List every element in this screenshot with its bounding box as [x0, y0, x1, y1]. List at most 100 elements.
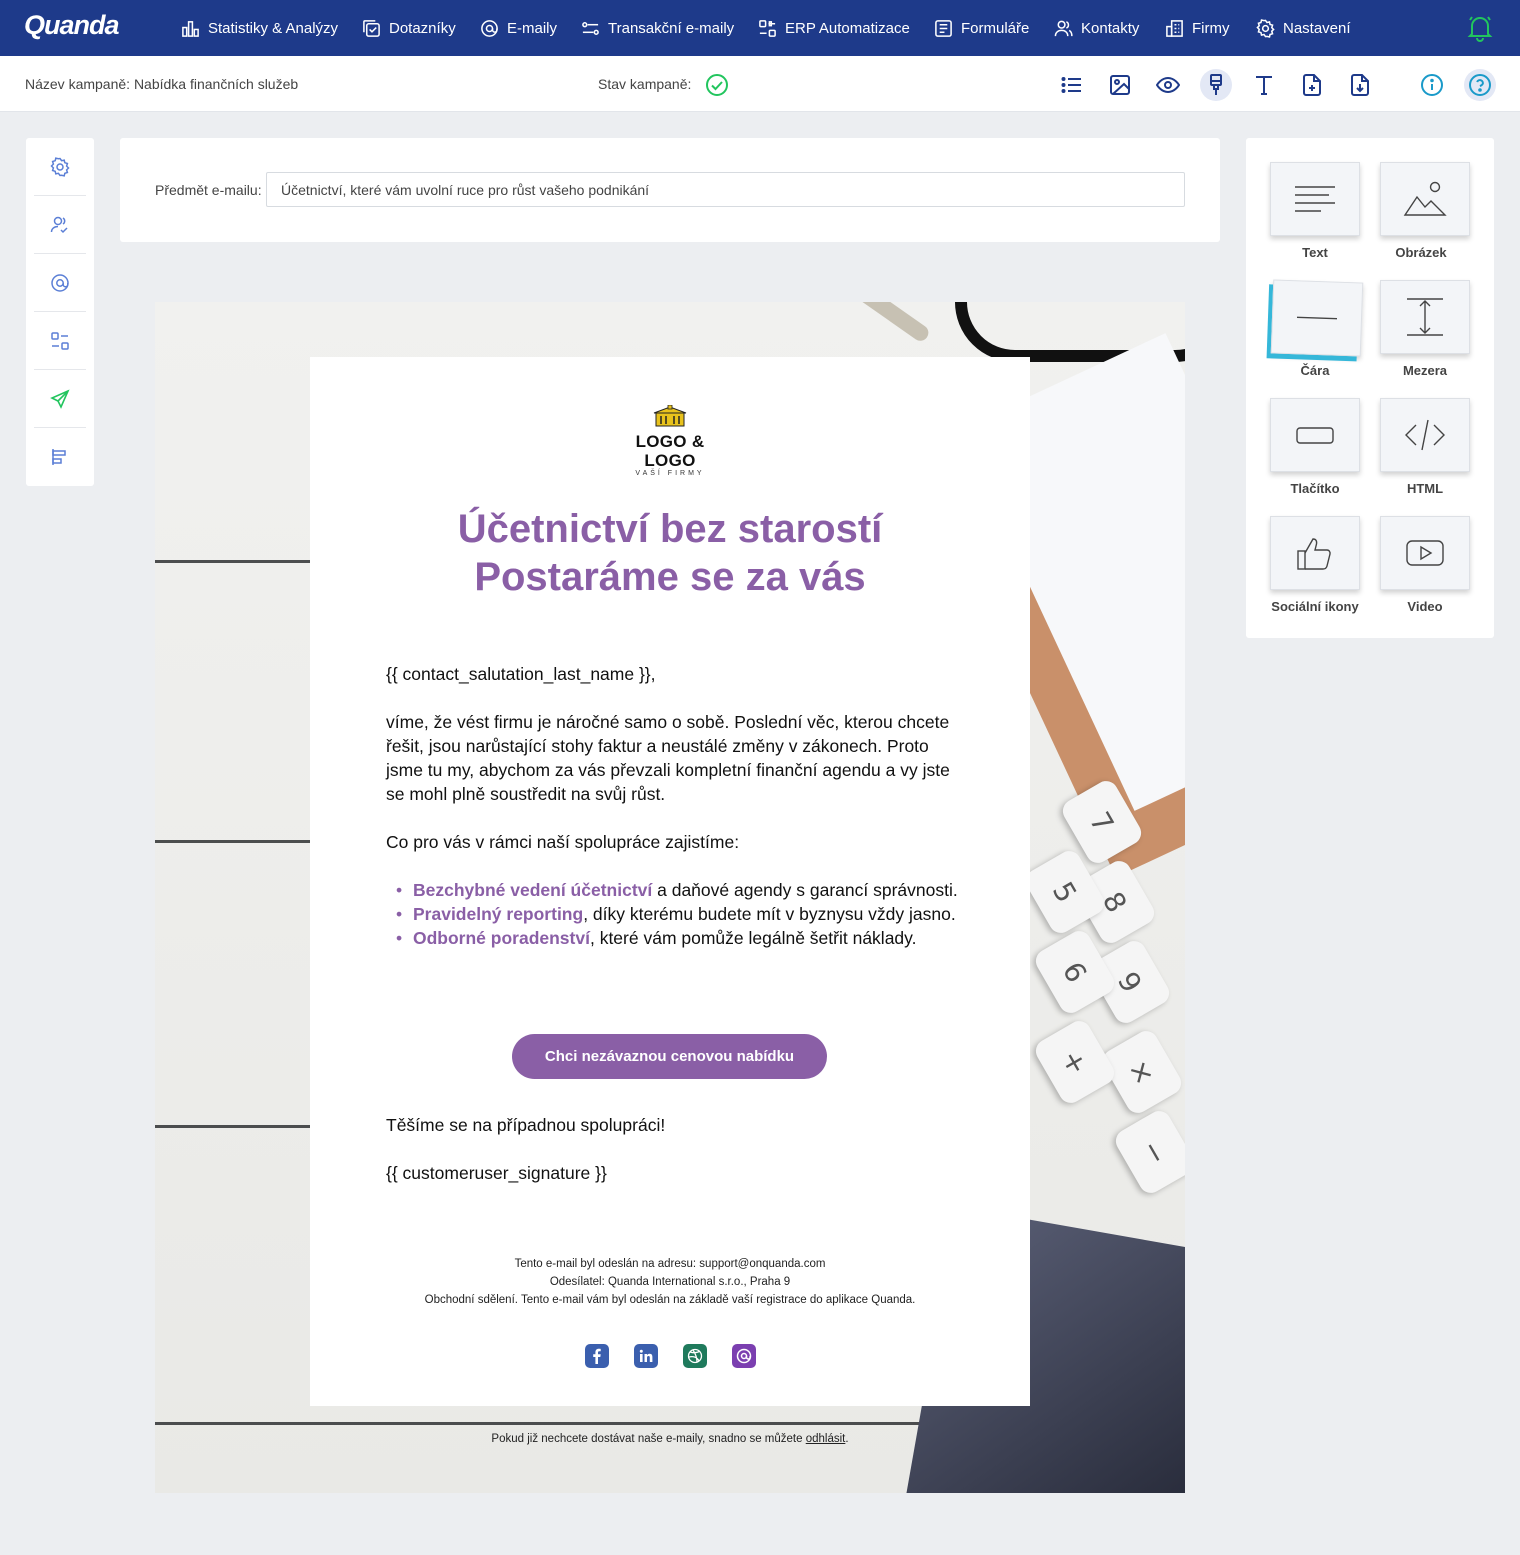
text-lines-icon: [1295, 186, 1335, 212]
email-headline[interactable]: Účetnictví bez starostí Postaráme se za …: [310, 505, 1030, 601]
list-icon: [1061, 77, 1081, 93]
linkedin-icon: [639, 1349, 653, 1362]
list-item: Pravidelný reporting, díky kterému budet…: [386, 902, 966, 926]
company-logo[interactable]: LOGO & LOGO VAŠÍ FIRMY: [608, 404, 732, 477]
nav-forms[interactable]: Formuláře: [934, 0, 1029, 56]
nav-companies[interactable]: Firmy: [1165, 0, 1230, 56]
headline-line-2: Postaráme se za vás: [474, 555, 866, 599]
salutation: {{ contact_salutation_last_name }},: [386, 664, 656, 684]
brand-logo[interactable]: Quanda: [24, 10, 120, 41]
block-label: Tlačítko: [1290, 481, 1340, 496]
new-file-button[interactable]: [1296, 69, 1328, 101]
line-icon: [1296, 316, 1338, 320]
nav-label: ERP Automatizace: [785, 19, 910, 37]
sidebar-send[interactable]: [34, 370, 86, 428]
nav-transactional[interactable]: Transakční e-maily: [581, 0, 734, 56]
campaign-name: Název kampaně: Nabídka finančních služeb: [25, 76, 299, 92]
preview-button[interactable]: [1152, 69, 1184, 101]
dribbble-link[interactable]: [683, 1344, 707, 1368]
contacts-icon: [1054, 20, 1073, 36]
user-check-icon: [50, 216, 68, 233]
nav-contacts[interactable]: Kontakty: [1054, 0, 1139, 56]
nav-settings[interactable]: Nastavení: [1256, 0, 1351, 56]
image-button[interactable]: [1104, 69, 1136, 101]
help-button[interactable]: [1464, 69, 1496, 101]
sidebar-email[interactable]: [34, 254, 86, 312]
subject-label: Předmět e-mailu:: [155, 182, 262, 198]
survey-icon: [363, 19, 380, 37]
calc-key: −: [1111, 1106, 1185, 1198]
automation-icon: [51, 331, 69, 350]
design-button[interactable]: [1200, 69, 1232, 101]
sidebar-align[interactable]: [34, 428, 86, 486]
list-item: Bezchybné vedení účetnictví a daňové age…: [386, 878, 966, 902]
nav-erp[interactable]: ERP Automatizace: [758, 0, 910, 56]
campaign-bar: Název kampaně: Nabídka finančních služeb…: [0, 56, 1520, 112]
help-icon: [1469, 74, 1491, 96]
block-social[interactable]: [1270, 516, 1360, 590]
spacer-icon: [1407, 298, 1443, 336]
thumbs-up-icon: [1297, 538, 1331, 570]
email-body[interactable]: LOGO & LOGO VAŠÍ FIRMY Účetnictví bez st…: [310, 357, 1030, 1406]
company-icon: [1166, 19, 1183, 37]
campaign-state-label: Stav kampaně:: [598, 76, 692, 92]
nav-label: E-maily: [507, 19, 558, 37]
list-item-text: a daňové agendy s garancí správnosti.: [652, 880, 958, 900]
block-line[interactable]: [1270, 279, 1364, 357]
nav-label: Statistiky & Analýzy: [208, 19, 339, 37]
nav-emails[interactable]: E-maily: [480, 0, 557, 56]
export-button[interactable]: [1344, 69, 1376, 101]
block-video[interactable]: [1380, 516, 1470, 590]
image-icon: [1110, 75, 1130, 95]
info-button[interactable]: [1416, 69, 1448, 101]
check-circle-icon: [706, 74, 728, 96]
email-footer: Tento e-mail byl odeslán na adresu: supp…: [310, 1255, 1030, 1309]
block-label: Text: [1302, 245, 1328, 260]
nav-label: Nastavení: [1283, 19, 1351, 37]
subject-panel: Předmět e-mailu:: [120, 138, 1220, 242]
block-spacer[interactable]: [1380, 280, 1470, 354]
list-item-text: , díky kterému budete mít v byznysu vždy…: [583, 904, 956, 924]
text-icon: [1256, 76, 1272, 95]
email-text-block[interactable]: {{ contact_salutation_last_name }}, víme…: [386, 662, 966, 950]
left-sidebar: [26, 138, 94, 486]
nav-statistics[interactable]: Statistiky & Analýzy: [181, 0, 338, 56]
logo-subtitle: VAŠÍ FIRMY: [635, 470, 705, 477]
unsubscribe-link[interactable]: odhlásit: [806, 1433, 846, 1445]
nav-label: Dotazníky: [389, 19, 456, 37]
nav-surveys[interactable]: Dotazníky: [362, 0, 456, 56]
block-label: Obrázek: [1395, 245, 1447, 260]
block-image[interactable]: [1380, 162, 1470, 236]
signature-placeholder: {{ customeruser_signature }}: [386, 1163, 607, 1183]
calc-key: +: [1031, 1016, 1119, 1108]
text-style-button[interactable]: [1248, 69, 1280, 101]
footer-line: Tento e-mail byl odeslán na adresu: supp…: [514, 1258, 826, 1270]
nav-label: Formuláře: [961, 19, 1030, 37]
list-button[interactable]: [1056, 69, 1088, 101]
facebook-link[interactable]: [585, 1344, 609, 1368]
eye-icon: [1156, 76, 1180, 94]
info-icon: [1421, 74, 1443, 96]
list-item-highlight: Pravidelný reporting: [413, 904, 584, 924]
linkedin-link[interactable]: [634, 1344, 658, 1368]
email-link[interactable]: [732, 1344, 756, 1368]
gear-icon: [1256, 18, 1275, 38]
block-button[interactable]: [1270, 398, 1360, 472]
at-icon: [481, 19, 498, 37]
sidebar-automation[interactable]: [34, 312, 86, 370]
list-item-highlight: Bezchybné vedení účetnictví: [413, 880, 653, 900]
nav-label: Kontakty: [1081, 19, 1140, 37]
list-item-highlight: Odborné poradenství: [413, 928, 590, 948]
sidebar-recipients[interactable]: [34, 196, 86, 254]
subject-input[interactable]: [266, 172, 1185, 207]
at-icon: [51, 273, 69, 292]
block-html[interactable]: [1380, 398, 1470, 472]
blocks-palette: Text Obrázek Čára Mezera Tlačítko HTML S…: [1246, 138, 1494, 638]
cta-button[interactable]: Chci nezávaznou cenovou nabídku: [512, 1034, 827, 1079]
block-text[interactable]: [1270, 162, 1360, 236]
sidebar-settings[interactable]: [34, 138, 86, 196]
nav-label: Transakční e-maily: [608, 19, 735, 37]
benefits-list: Bezchybné vedení účetnictví a daňové age…: [386, 878, 966, 950]
bell-icon[interactable]: [1467, 14, 1493, 42]
headline-line-1: Účetnictví bez starostí: [457, 507, 883, 551]
